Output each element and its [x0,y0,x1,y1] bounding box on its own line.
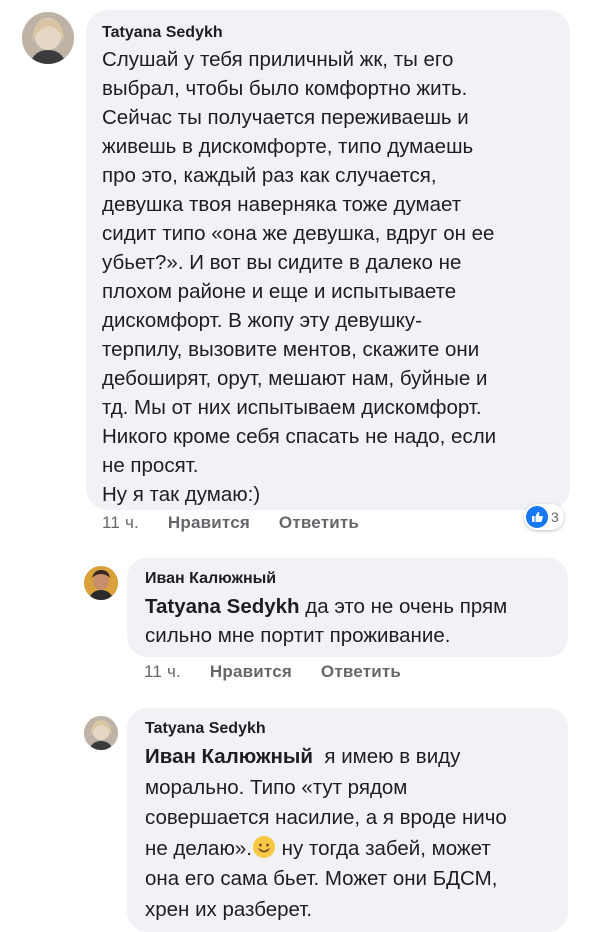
comment-bubble: Tatyana Sedykh Иван Калюжный я имею в ви… [127,708,568,932]
profile-photo-icon [22,12,74,64]
reply-button[interactable]: Ответить [279,513,359,533]
like-button[interactable]: Нравится [210,662,292,682]
comment-author[interactable]: Иван Калюжный [145,570,552,588]
comment-time[interactable]: 11 ч. [102,513,139,533]
avatar[interactable] [22,12,74,64]
mention-link[interactable]: Иван Калюжный [145,745,313,768]
comment-bubble: Tatyana Sedykh Слушай у тебя приличный ж… [86,10,570,510]
comment-body: Tatyana Sedykh да это не очень прям силь… [145,592,552,650]
like-button[interactable]: Нравится [168,513,250,533]
avatar[interactable] [84,716,118,750]
reply-button[interactable]: Ответить [321,662,401,682]
reaction-count: 3 [551,509,559,525]
comment-text: я имею в виду [324,745,461,768]
comment-text: ну тогда забей, может [281,836,491,860]
comment-time[interactable]: 11 ч. [144,662,181,682]
like-icon [526,506,548,528]
comment-text: она его сама бьет. Может они БДСМ, [145,867,498,890]
comment-actions: 11 ч. Нравится Ответить [102,513,359,533]
comment-author[interactable]: Tatyana Sedykh [102,24,554,42]
comment-text: Слушай у тебя приличный жк, ты его выбра… [102,48,497,506]
comment-text: совершается насилие, а я вроде ничо [145,806,507,829]
comment-actions: 11 ч. Нравится Ответить [144,662,401,682]
reaction-summary[interactable]: 3 [524,504,564,530]
mention-link[interactable]: Tatyana Sedykh [145,595,300,618]
profile-photo-icon [84,566,118,600]
comment-text: морально. Типо «тут рядом [145,775,408,799]
comment-text: не делаю». [145,836,252,860]
comment-text: хрен их разберет. [145,897,313,921]
comment-body: Иван Калюжный я имею в виду морально. Ти… [145,742,552,925]
comment-bubble: Иван Калюжный Tatyana Sedykh да это не о… [127,558,568,657]
avatar[interactable] [84,566,118,600]
comment-author[interactable]: Tatyana Sedykh [145,720,552,738]
profile-photo-icon [84,716,118,750]
smiling-face-icon [252,835,275,858]
